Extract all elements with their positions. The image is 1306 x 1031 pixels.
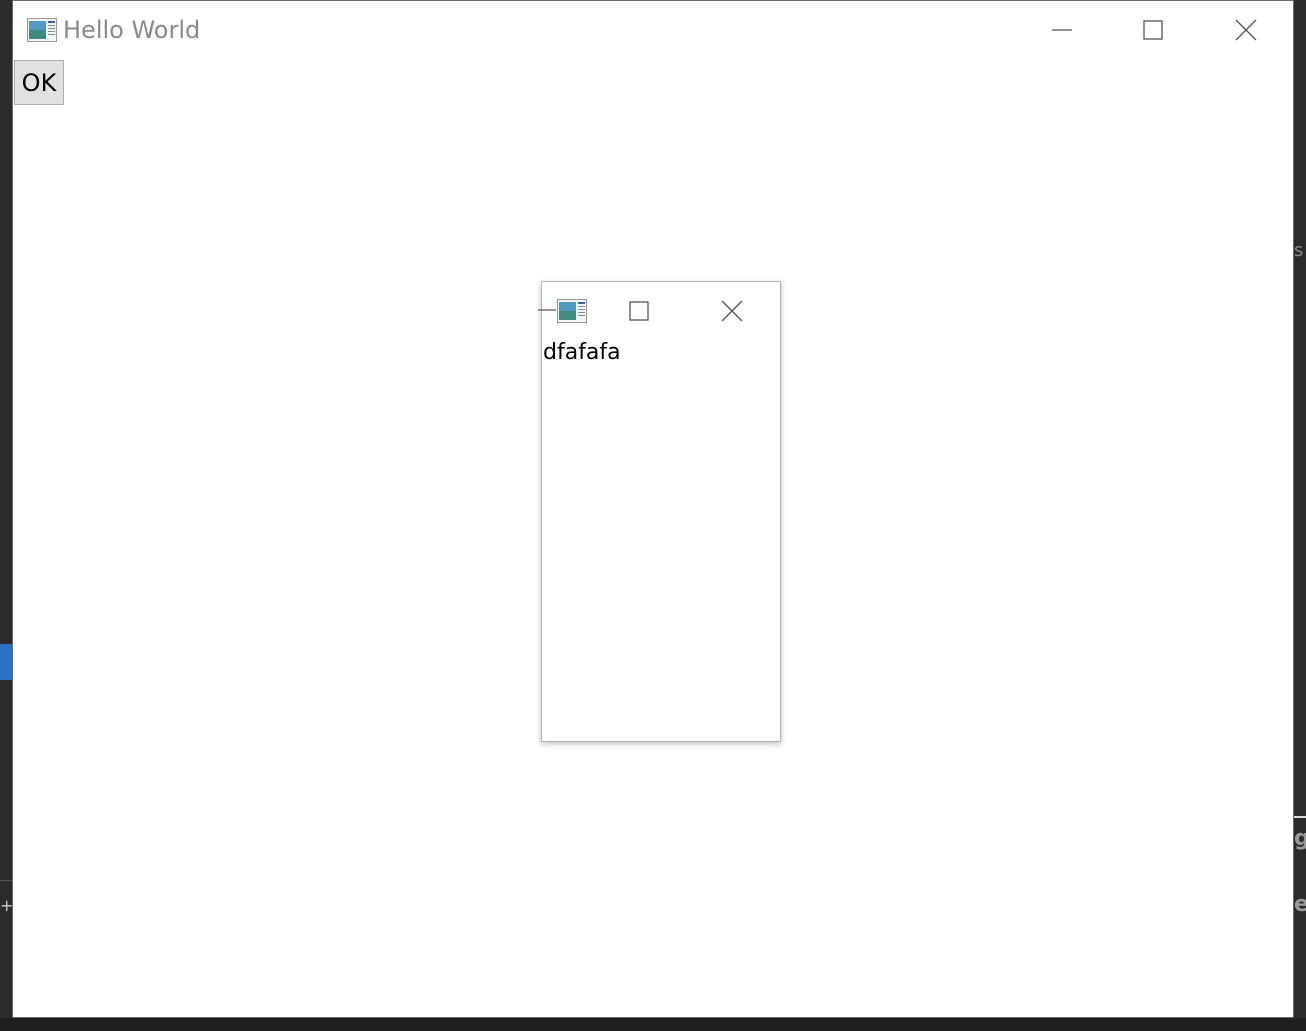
- desktop: + s g e Hello World OK dfafafa: [0, 0, 1306, 1031]
- plus-icon: +: [0, 896, 14, 915]
- background-selection-bar: [0, 644, 12, 680]
- main-window-titlebar[interactable]: Hello World: [13, 1, 1293, 57]
- close-icon: [1223, 19, 1269, 54]
- app-icon: [557, 299, 587, 323]
- background-app-right-edge: [1294, 0, 1306, 1031]
- minimize-icon: [1039, 29, 1085, 54]
- background-app-left-edge: [0, 0, 12, 1031]
- app-icon: [27, 18, 57, 42]
- child-window: dfafafa: [538, 281, 781, 742]
- ok-button[interactable]: OK: [14, 60, 64, 105]
- window-title: Hello World: [63, 16, 201, 44]
- close-button[interactable]: [1223, 10, 1269, 50]
- background-divider: [0, 880, 12, 881]
- child-window-text: dfafafa: [543, 340, 621, 365]
- child-window-titlebar[interactable]: [538, 282, 780, 338]
- maximize-button[interactable]: [1130, 10, 1176, 50]
- maximize-button[interactable]: [616, 291, 662, 331]
- maximize-icon: [616, 301, 662, 335]
- background-text-fragment: g: [1294, 826, 1306, 851]
- close-icon: [709, 300, 755, 335]
- background-app-bottom-edge: [0, 1018, 1306, 1031]
- close-button[interactable]: [709, 291, 755, 331]
- main-window: Hello World OK dfafafa: [12, 0, 1294, 1018]
- background-text-fragment: e: [1294, 892, 1306, 917]
- background-divider: [1294, 816, 1306, 818]
- background-text-fragment: s: [1294, 240, 1304, 261]
- minimize-button[interactable]: [1039, 10, 1085, 50]
- maximize-icon: [1130, 20, 1176, 54]
